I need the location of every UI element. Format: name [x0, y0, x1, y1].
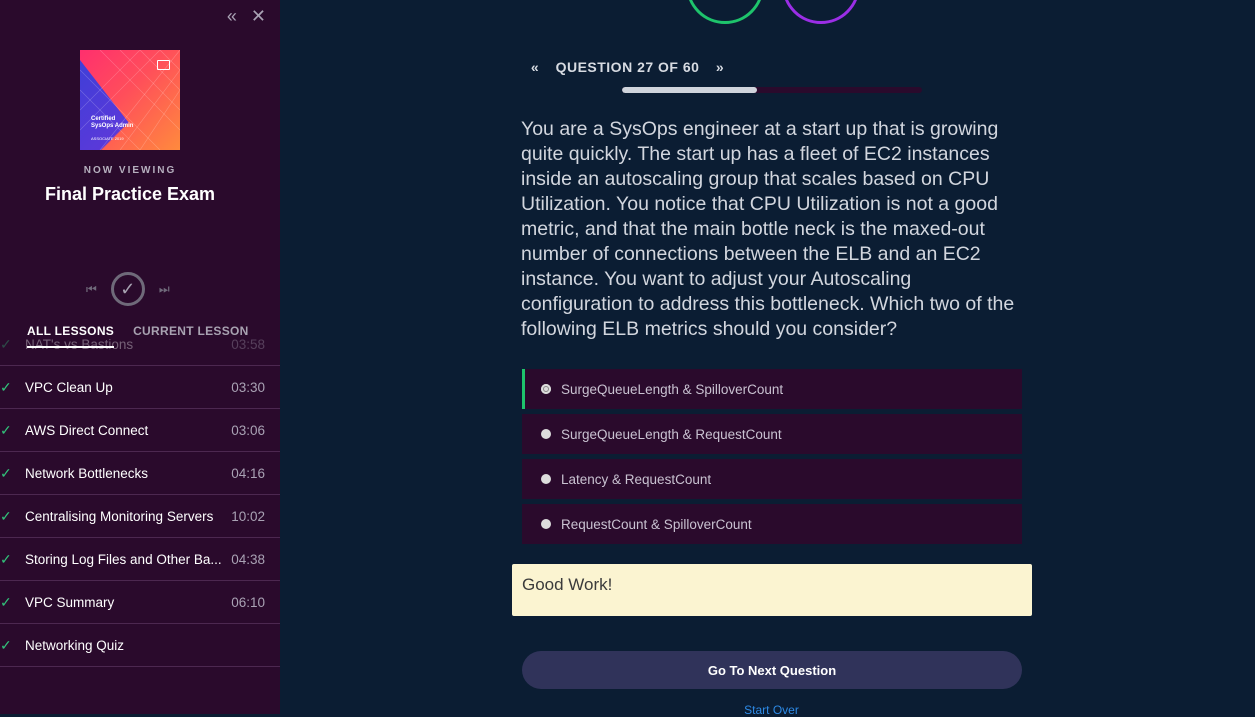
- check-icon: ✓: [0, 636, 12, 653]
- check-icon: ✓: [0, 335, 12, 352]
- answer-options: SurgeQueueLength & SpilloverCount SurgeQ…: [522, 369, 1022, 549]
- lesson-title: Final Practice Exam: [44, 184, 216, 204]
- start-over-link[interactable]: Start Over: [0, 703, 1255, 717]
- score-circle-incorrect: [782, 0, 860, 24]
- check-icon: ✓: [0, 550, 12, 567]
- quiz-progress-bar: [622, 87, 922, 93]
- question-navigator: « QUESTION 27 OF 60 »: [0, 59, 1255, 75]
- previous-lesson-icon[interactable]: ⏮: [86, 282, 97, 297]
- lesson-item[interactable]: ✓ Networking Quiz: [0, 624, 280, 667]
- lesson-item[interactable]: ✓ Storing Log Files and Other Ba... 04:3…: [0, 538, 280, 581]
- question-text: You are a SysOps engineer at a start up …: [521, 118, 1015, 340]
- lesson-item[interactable]: ✓ Network Bottlenecks 04:16: [0, 452, 280, 495]
- lesson-list: ✓ NAT's vs Bastions 03:58 ✓ VPC Clean Up…: [0, 336, 280, 667]
- radio-button[interactable]: [541, 429, 551, 439]
- lesson-item[interactable]: ✓ NAT's vs Bastions 03:58: [0, 323, 280, 366]
- feedback-message: Good Work!: [522, 575, 613, 594]
- check-icon: ✓: [0, 593, 12, 610]
- check-icon: ✓: [0, 421, 12, 438]
- next-question-icon[interactable]: »: [716, 59, 724, 75]
- answer-option[interactable]: Latency & RequestCount: [522, 459, 1022, 499]
- next-lesson-icon[interactable]: ⏭: [159, 282, 170, 297]
- check-icon: ✓: [0, 378, 12, 395]
- lesson-item[interactable]: ✓ Centralising Monitoring Servers 10:02: [0, 495, 280, 538]
- radio-button[interactable]: [541, 384, 551, 394]
- lesson-item[interactable]: ✓ AWS Direct Connect 03:06: [0, 409, 280, 452]
- radio-button[interactable]: [541, 474, 551, 484]
- next-question-button[interactable]: Go To Next Question: [522, 651, 1022, 689]
- sidebar: « ✕ Certified SysOps Admin ASSOCIATE 201…: [0, 0, 280, 714]
- score-circle-correct: [686, 0, 764, 24]
- answer-option[interactable]: SurgeQueueLength & SpilloverCount: [522, 369, 1022, 409]
- feedback-box: Good Work!: [512, 564, 1032, 616]
- lesson-controls: ⏮ ✓ ⏭: [86, 272, 170, 306]
- close-icon[interactable]: ✕: [251, 6, 266, 26]
- check-icon: ✓: [0, 507, 12, 524]
- mark-complete-icon[interactable]: ✓: [110, 272, 145, 306]
- question-counter: QUESTION 27 OF 60: [555, 59, 700, 75]
- answer-option[interactable]: RequestCount & SpilloverCount: [522, 504, 1022, 544]
- lesson-item[interactable]: ✓ VPC Summary 06:10: [0, 581, 280, 624]
- previous-question-icon[interactable]: «: [531, 59, 539, 75]
- collapse-sidebar-icon[interactable]: «: [227, 6, 237, 26]
- quiz-progress-fill: [622, 87, 757, 93]
- now-viewing-label: NOW VIEWING: [83, 165, 177, 176]
- answer-option[interactable]: SurgeQueueLength & RequestCount: [522, 414, 1022, 454]
- check-icon: ✓: [0, 464, 12, 481]
- sidebar-top-controls: « ✕: [227, 6, 266, 26]
- lesson-item[interactable]: ✓ VPC Clean Up 03:30: [0, 366, 280, 409]
- radio-button[interactable]: [541, 519, 551, 529]
